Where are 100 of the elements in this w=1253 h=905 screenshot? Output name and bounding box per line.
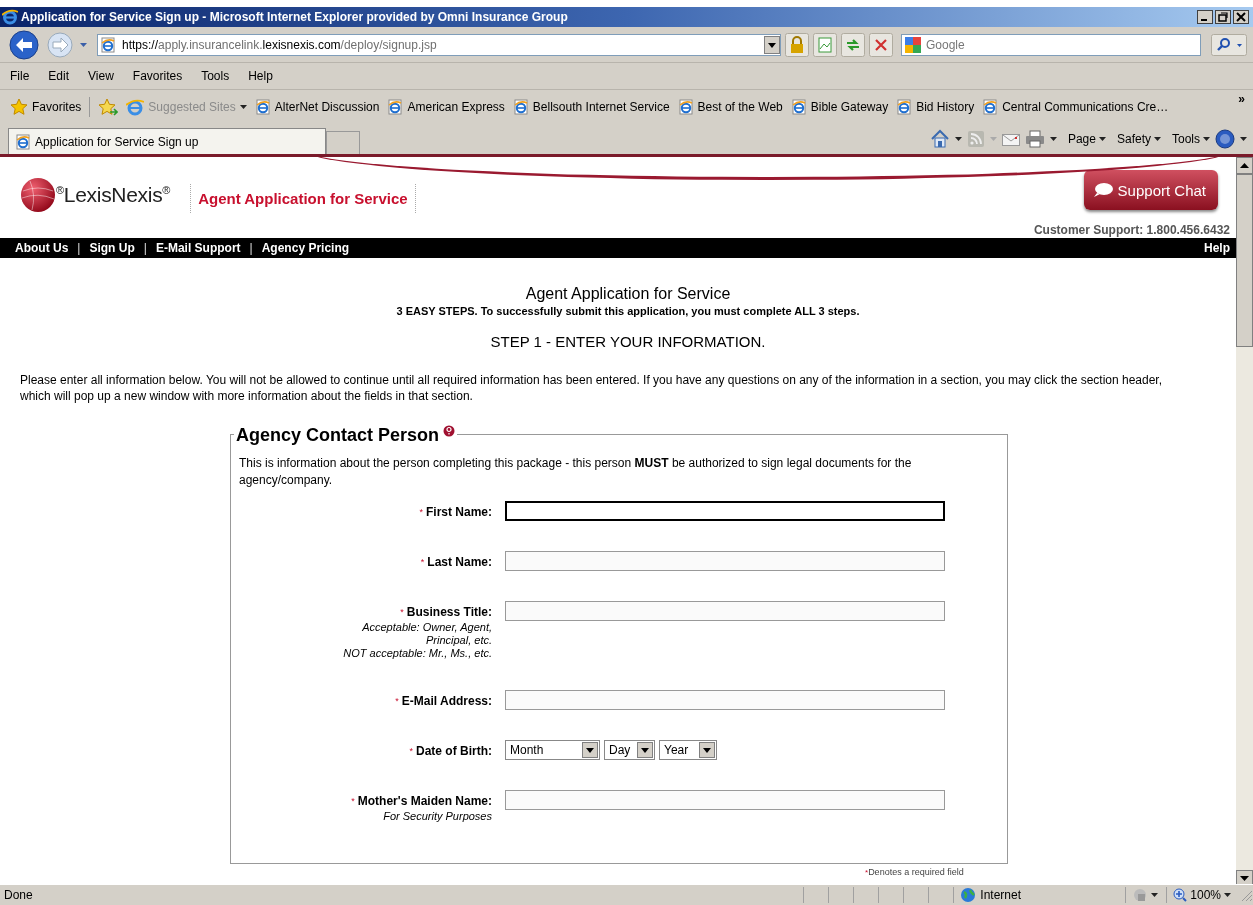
caret-icon[interactable]	[954, 137, 962, 141]
browser-page-icon	[790, 99, 807, 115]
caret-icon[interactable]	[1154, 137, 1161, 141]
nav-link[interactable]: Sign Up	[89, 241, 135, 255]
favorites-link[interactable]: Bible Gateway	[790, 99, 889, 115]
browser-tab[interactable]: Application for Service Sign up	[8, 128, 326, 154]
support-chat-button[interactable]: Support Chat	[1083, 170, 1218, 210]
globe-logo-icon	[20, 177, 56, 213]
field-hint: Acceptable: Owner, Agent, Principal, etc.	[361, 621, 492, 647]
chat-bubble-icon	[1091, 182, 1114, 198]
browser-page-icon	[254, 99, 271, 115]
minimize-button[interactable]	[1197, 10, 1213, 24]
stop-icon[interactable]	[869, 32, 893, 57]
menu-item[interactable]: Favorites	[132, 69, 183, 83]
command-menu[interactable]: Safety	[1116, 132, 1161, 146]
caret-icon[interactable]	[1151, 893, 1159, 897]
section-description: This is information about the person completing this package - this person MUST be authorized to sign legal documents for the agency/company.	[239, 455, 913, 489]
command-menu[interactable]: Page	[1067, 132, 1106, 146]
caret-icon[interactable]	[1098, 137, 1106, 141]
favorites-link[interactable]: Bellsouth Internet Service	[512, 99, 670, 115]
field-label: * Last Name:	[420, 554, 492, 571]
zoom-icon	[1173, 888, 1188, 902]
nav-separator: |	[249, 241, 253, 255]
compatibility-icon[interactable]	[813, 32, 837, 57]
zoom-button[interactable]: 100%	[1166, 887, 1239, 903]
browser-page-icon	[512, 99, 529, 115]
close-button[interactable]	[1233, 10, 1249, 24]
print-icon[interactable]	[1024, 130, 1045, 148]
field-label: * Business Title:	[400, 604, 492, 621]
status-text: Done	[3, 888, 34, 902]
more-button[interactable]: »	[1238, 92, 1245, 106]
select-field[interactable]: Year	[659, 740, 717, 760]
search-icon[interactable]	[1211, 33, 1247, 56]
address-field[interactable]: https://apply.insurancelink.lexisnexis.com/deploy/signup.jsp	[97, 33, 781, 56]
favorites-link[interactable]: American Express	[387, 99, 505, 115]
field-label: * Mother's Maiden Name:	[351, 793, 492, 810]
refresh-icon[interactable]	[841, 32, 865, 57]
command-menu[interactable]: Tools	[1172, 132, 1210, 146]
field-hint: For Security Purposes	[383, 810, 492, 823]
page-icon	[100, 36, 116, 53]
back-button[interactable]	[8, 29, 42, 60]
favorites-link[interactable]: Bid History	[896, 99, 975, 115]
lock-icon[interactable]	[785, 32, 809, 57]
field-label: * Date of Birth:	[409, 743, 492, 760]
resize-grip-icon	[1239, 888, 1253, 902]
dropdown-icon[interactable]	[764, 35, 780, 54]
text-field[interactable]	[505, 601, 945, 621]
star-icon	[10, 98, 28, 116]
window-title: Application for Service Sign up - Microsoft Internet Explorer provided by Omni Insurance Group	[21, 10, 569, 24]
search-field[interactable]: Google	[901, 33, 1201, 56]
logo-text: $^{®}$LexisNexis$^{®}$	[56, 183, 171, 207]
text-field[interactable]	[505, 790, 945, 810]
nav-link[interactable]: About Us	[15, 241, 69, 255]
browser-page-icon	[982, 99, 999, 115]
favorites-link[interactable]: Central Communications Cre…	[982, 99, 1169, 115]
menu-item[interactable]: Edit	[48, 69, 70, 83]
help-link[interactable]: Help	[1204, 241, 1230, 255]
help-icon[interactable]	[443, 425, 456, 437]
caret-icon[interactable]	[239, 105, 247, 109]
text-field[interactable]	[505, 551, 945, 571]
favorites-button[interactable]: Favorites	[10, 98, 82, 116]
browser-page-icon	[387, 99, 404, 115]
step-heading: STEP 1 - ENTER YOUR INFORMATION.	[489, 333, 767, 350]
favorites-link[interactable]: Best of the Web	[677, 99, 783, 115]
menu-item[interactable]: File	[10, 69, 30, 83]
browser-page-icon	[677, 99, 694, 115]
text-field[interactable]	[505, 690, 945, 710]
select-field[interactable]: Day	[604, 740, 655, 760]
field-hint: NOT acceptable: Mr., Ms., etc.	[343, 647, 492, 660]
dropdown-icon	[637, 742, 653, 758]
dropdown-icon	[699, 742, 715, 758]
browser-logo-icon	[15, 133, 31, 150]
menu-item[interactable]: Tools	[201, 69, 230, 83]
field-label: * First Name:	[419, 504, 492, 521]
caret-icon[interactable]	[1049, 137, 1057, 141]
add-favorite-icon[interactable]	[98, 98, 119, 116]
menu-item[interactable]: View	[88, 69, 114, 83]
browser-logo-icon	[126, 98, 145, 116]
caret-icon[interactable]	[1203, 137, 1210, 141]
restore-button[interactable]	[1215, 10, 1231, 24]
menu-item[interactable]: Help	[248, 69, 273, 83]
nav-link[interactable]: E-Mail Support	[155, 241, 241, 255]
select-field[interactable]: Month	[505, 740, 600, 760]
text-field[interactable]	[505, 501, 945, 521]
home-icon[interactable]	[929, 129, 950, 149]
page-title: Agent Application for Service	[524, 285, 732, 303]
help-icon[interactable]	[1215, 129, 1235, 149]
header-title: Agent Application for Service	[190, 184, 416, 213]
vertical-scrollbar[interactable]	[1236, 157, 1253, 887]
field-label: * E-Mail Address:	[395, 693, 492, 710]
favorites-link[interactable]: AlterNet Discussion	[254, 99, 380, 115]
nav-separator: |	[77, 241, 81, 255]
mail-icon[interactable]	[1001, 132, 1020, 146]
nav-link[interactable]: Agency Pricing	[261, 241, 350, 255]
browser-logo-icon	[2, 9, 18, 25]
globe-icon	[960, 887, 977, 903]
dropdown-icon	[582, 742, 598, 758]
caret-icon[interactable]	[1240, 137, 1247, 141]
history-caret-icon[interactable]	[80, 42, 87, 47]
caret-icon[interactable]	[1224, 893, 1231, 897]
